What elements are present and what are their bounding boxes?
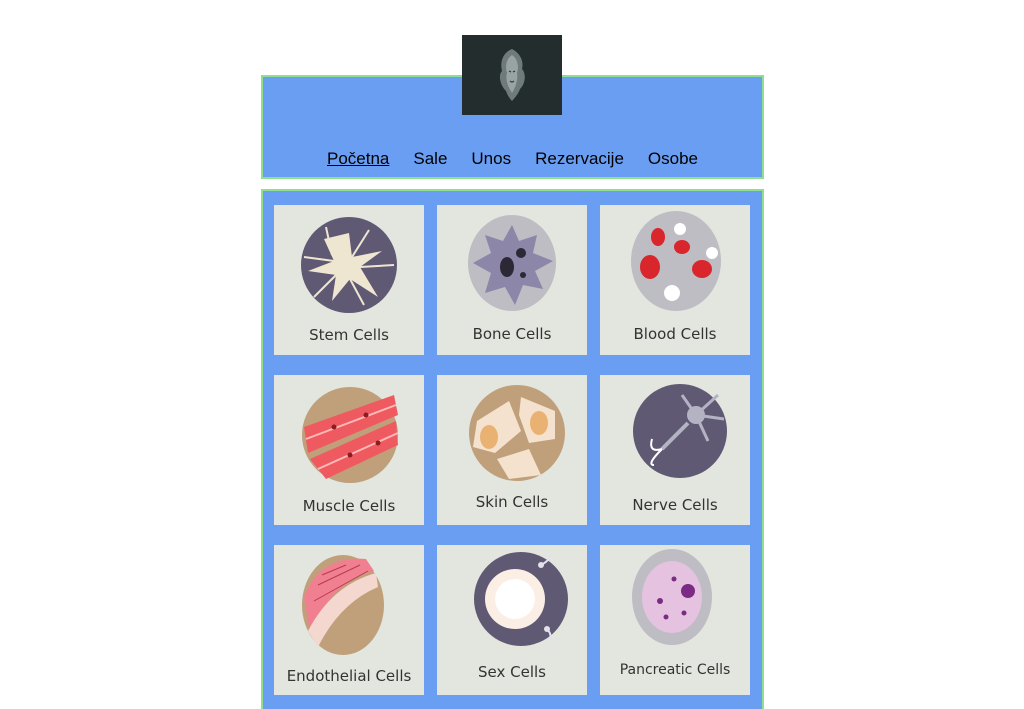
cell-label: Bone Cells bbox=[472, 325, 552, 343]
cell-label: Nerve Cells bbox=[632, 496, 718, 514]
card-sex-cells[interactable]: Sex Cells bbox=[437, 545, 587, 695]
cell-label: Muscle Cells bbox=[302, 497, 396, 515]
cell-label: Stem Cells bbox=[309, 326, 389, 344]
cell-label: Blood Cells bbox=[633, 325, 717, 343]
nav-link-osobe[interactable]: Osobe bbox=[648, 149, 698, 169]
lion-head-icon bbox=[499, 49, 525, 101]
card-skin-cells[interactable]: Skin Cells bbox=[437, 375, 587, 525]
cell-label: Pancreatic Cells bbox=[619, 662, 731, 678]
cell-gallery: Stem Cells Bone Cells Blood Cells Muscle… bbox=[261, 189, 764, 709]
card-bone-cells[interactable]: Bone Cells bbox=[437, 205, 587, 355]
card-muscle-cells[interactable]: Muscle Cells bbox=[274, 375, 424, 525]
nav-link-unos[interactable]: Unos bbox=[471, 149, 511, 169]
nav-link-rezervacije[interactable]: Rezervacije bbox=[535, 149, 624, 169]
card-pancreatic-cells[interactable]: Pancreatic Cells bbox=[600, 545, 750, 695]
cell-label: Sex Cells bbox=[478, 663, 546, 681]
nav-link-sale[interactable]: Sale bbox=[413, 149, 447, 169]
card-nerve-cells[interactable]: Nerve Cells bbox=[600, 375, 750, 525]
nav-link-pocetna[interactable]: Početna bbox=[327, 149, 389, 169]
cell-label: Endothelial Cells bbox=[286, 667, 412, 685]
cell-label: Skin Cells bbox=[475, 493, 549, 511]
card-stem-cells[interactable]: Stem Cells bbox=[274, 205, 424, 355]
main-nav: Početna Sale Unos Rezervacije Osobe bbox=[263, 149, 762, 169]
site-logo[interactable] bbox=[462, 35, 562, 115]
card-endothelial-cells[interactable]: Endothelial Cells bbox=[274, 545, 424, 695]
card-blood-cells[interactable]: Blood Cells bbox=[600, 205, 750, 355]
